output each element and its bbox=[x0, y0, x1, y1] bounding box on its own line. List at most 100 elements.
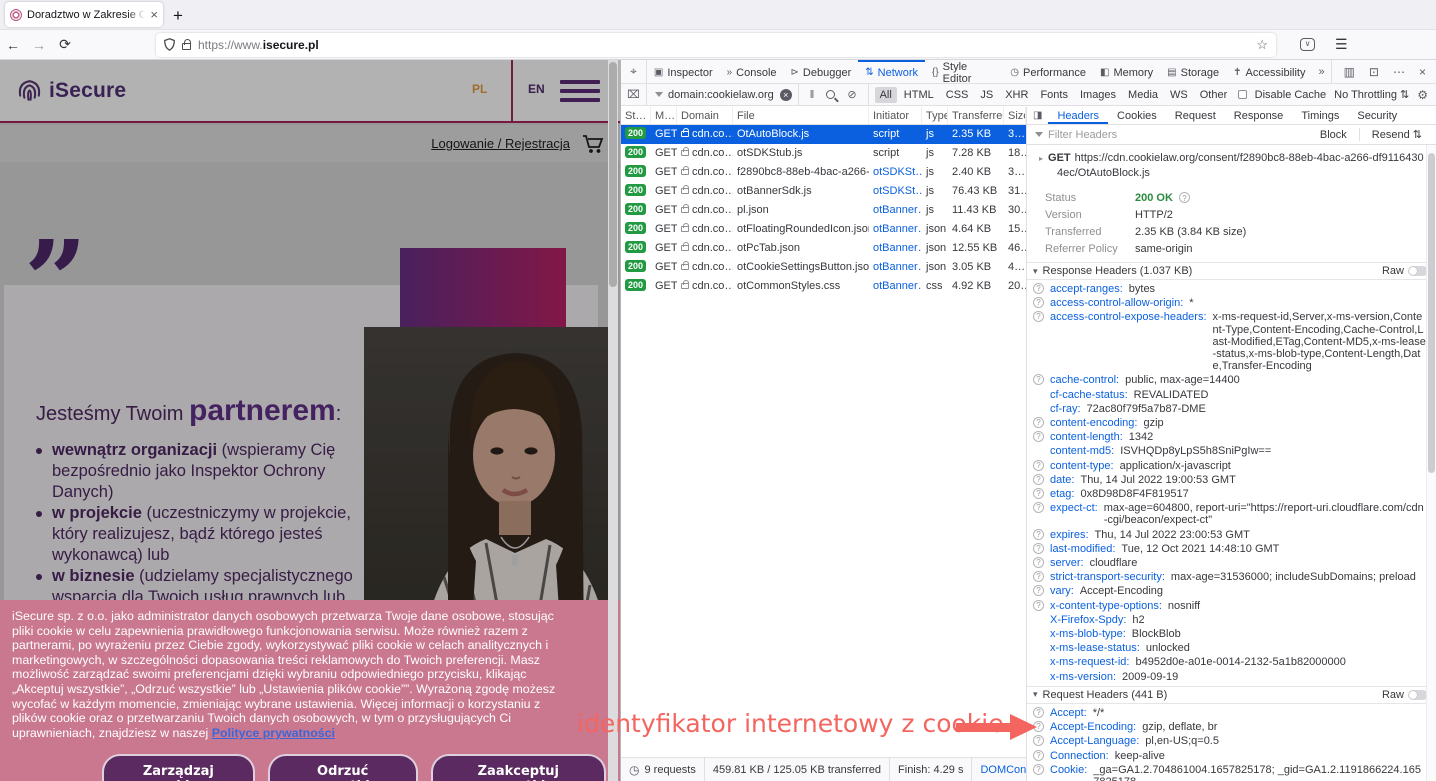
response-header-row[interactable]: ?x-ms-version:2009-09-19 bbox=[1027, 670, 1436, 684]
request-header-row[interactable]: ?Cookie:_ga=GA1.2.704861004.1657825178; … bbox=[1027, 763, 1436, 781]
block-requests-icon[interactable]: ⊘ bbox=[847, 88, 856, 101]
url-bar[interactable]: https://www.isecure.pl ☆ bbox=[156, 33, 1276, 57]
cookie-button-zaakceptuj-wszystkie[interactable]: Zaakceptuj wszystkie bbox=[431, 754, 606, 781]
network-request-row[interactable]: 200GETcdn.co…otFloatingRoundedIcon.jsono… bbox=[621, 220, 1026, 239]
response-header-row[interactable]: ?x-ms-lease-status:unlocked bbox=[1027, 641, 1436, 655]
type-filter-js[interactable]: JS bbox=[975, 87, 998, 103]
devtools-tab-network[interactable]: ⇅Network bbox=[858, 60, 925, 83]
headers-scroll-area[interactable]: ▸GEThttps://cdn.cookielaw.org/consent/f2… bbox=[1027, 145, 1436, 781]
request-headers-section[interactable]: ▾ Request Headers (441 B) Raw bbox=[1027, 686, 1436, 704]
help-icon[interactable]: ? bbox=[1033, 585, 1044, 596]
devtools-tab-accessibility[interactable]: ✝Accessibility bbox=[1226, 60, 1312, 83]
help-icon[interactable]: ? bbox=[1033, 474, 1044, 485]
clear-filter-icon[interactable]: × bbox=[780, 89, 792, 101]
column-header[interactable]: Domain bbox=[677, 107, 733, 124]
response-header-row[interactable]: ?access-control-expose-headers:x-ms-requ… bbox=[1027, 310, 1436, 373]
separate-window-icon[interactable]: ⊡ bbox=[1369, 65, 1379, 79]
type-filter-ws[interactable]: WS bbox=[1165, 87, 1193, 103]
help-icon[interactable]: ? bbox=[1033, 529, 1044, 540]
response-header-row[interactable]: ?cf-cache-status:REVALIDATED bbox=[1027, 388, 1436, 402]
response-header-row[interactable]: ?x-ms-blob-type:BlockBlob bbox=[1027, 627, 1436, 641]
bookmark-star-icon[interactable]: ☆ bbox=[1256, 37, 1268, 53]
back-button[interactable]: ← bbox=[0, 37, 26, 53]
disable-cache-label[interactable]: Disable Cache bbox=[1255, 89, 1327, 101]
https-lock-icon[interactable] bbox=[182, 43, 191, 50]
browser-tab[interactable]: Doradztwo w Zakresie Ochrony Dany × bbox=[5, 2, 163, 27]
response-headers-section[interactable]: ▾ Response Headers (1.037 KB) Raw bbox=[1027, 262, 1436, 280]
response-header-row[interactable]: ?expect-ct:max-age=604800, report-uri="h… bbox=[1027, 501, 1436, 527]
response-header-row[interactable]: ?content-encoding:gzip bbox=[1027, 416, 1436, 430]
type-filter-html[interactable]: HTML bbox=[899, 87, 939, 103]
devtools-tab-debugger[interactable]: ⊳Debugger bbox=[784, 60, 859, 83]
lang-en-button[interactable]: EN bbox=[528, 82, 545, 96]
lang-pl-button[interactable]: PL bbox=[472, 82, 487, 96]
responsive-design-icon[interactable]: ▥ bbox=[1344, 65, 1355, 79]
help-icon[interactable]: ? bbox=[1033, 502, 1044, 513]
help-icon[interactable]: ? bbox=[1033, 543, 1044, 554]
pause-traffic-icon[interactable]: ‖ bbox=[810, 89, 815, 101]
page-scrollbar-thumb[interactable] bbox=[609, 62, 617, 287]
column-header[interactable]: M… bbox=[651, 107, 677, 124]
network-request-row[interactable]: 200GETcdn.co…otBannerSdk.jsotSDKSt…js76.… bbox=[621, 182, 1026, 201]
network-request-row[interactable]: 200GETcdn.co…otSDKStub.jsscriptjs7.28 KB… bbox=[621, 144, 1026, 163]
type-filter-all[interactable]: All bbox=[875, 87, 897, 103]
help-icon[interactable]: ? bbox=[1179, 192, 1190, 203]
initiator-cell[interactable]: otBanner… bbox=[869, 239, 922, 258]
response-header-row[interactable]: ?vary:Accept-Encoding bbox=[1027, 584, 1436, 598]
cart-icon[interactable] bbox=[582, 134, 604, 154]
block-url-button[interactable]: Block bbox=[1320, 129, 1347, 141]
help-icon[interactable]: ? bbox=[1033, 488, 1044, 499]
type-filter-other[interactable]: Other bbox=[1195, 87, 1233, 103]
request-header-row[interactable]: ?Accept-Language:pl,en-US;q=0.5 bbox=[1027, 734, 1436, 748]
new-tab-button[interactable]: + bbox=[173, 6, 183, 26]
type-filter-media[interactable]: Media bbox=[1123, 87, 1163, 103]
resend-button[interactable]: Resend ⇅ bbox=[1372, 128, 1422, 141]
pick-element-icon[interactable]: ⌖ bbox=[621, 60, 647, 83]
details-tab-headers[interactable]: Headers bbox=[1048, 107, 1108, 124]
help-icon[interactable]: ? bbox=[1033, 311, 1044, 322]
response-header-row[interactable]: ?x-ms-request-id:b4952d0e-a01e-0014-2132… bbox=[1027, 655, 1436, 669]
disable-cache-checkbox[interactable] bbox=[1238, 90, 1247, 99]
help-icon[interactable]: ? bbox=[1033, 750, 1044, 761]
initiator-cell[interactable]: otSDKSt… bbox=[869, 182, 922, 201]
devtools-tab-memory[interactable]: ◧Memory bbox=[1093, 60, 1160, 83]
help-icon[interactable]: ? bbox=[1033, 283, 1044, 294]
help-icon[interactable]: ? bbox=[1033, 417, 1044, 428]
throttling-select[interactable]: No Throttling ⇅ bbox=[1334, 88, 1409, 101]
column-header[interactable]: Type bbox=[922, 107, 948, 124]
type-filter-images[interactable]: Images bbox=[1075, 87, 1121, 103]
filter-headers-input[interactable]: Filter Headers bbox=[1048, 129, 1117, 141]
help-icon[interactable]: ? bbox=[1033, 374, 1044, 385]
details-scrollbar[interactable] bbox=[1426, 145, 1436, 781]
network-request-row[interactable]: 200GETcdn.co…pl.jsonotBanner…js11.43 KB3… bbox=[621, 201, 1026, 220]
initiator-cell[interactable]: otBanner… bbox=[869, 277, 922, 296]
devtools-options-icon[interactable]: ⋯ bbox=[1393, 65, 1405, 79]
collapse-panel-icon[interactable]: ◨ bbox=[1027, 110, 1048, 121]
details-tab-cookies[interactable]: Cookies bbox=[1108, 107, 1166, 124]
clear-requests-icon[interactable]: ⌧ bbox=[621, 84, 647, 105]
response-header-row[interactable]: ?date:Thu, 14 Jul 2022 19:00:53 GMT bbox=[1027, 473, 1436, 487]
tab-close-icon[interactable]: × bbox=[150, 7, 158, 22]
response-header-row[interactable]: ?cf-ray:72ac80f79f5a7b87-DME bbox=[1027, 402, 1436, 416]
help-icon[interactable]: ? bbox=[1033, 557, 1044, 568]
login-register-link[interactable]: Logowanie / Rejestracja bbox=[431, 136, 570, 151]
network-settings-gear-icon[interactable]: ⚙ bbox=[1417, 88, 1428, 102]
response-header-row[interactable]: ?x-content-type-options:nosniff bbox=[1027, 599, 1436, 613]
search-icon[interactable] bbox=[826, 90, 835, 99]
column-header[interactable]: St… bbox=[621, 107, 651, 124]
request-header-row[interactable]: ?Accept-Encoding:gzip, deflate, br bbox=[1027, 720, 1436, 734]
network-request-row[interactable]: 200GETcdn.co…f2890bc8-88eb-4bac-a266-df9… bbox=[621, 163, 1026, 182]
response-header-row[interactable]: ?content-md5:ISVHQDp8yLpS5h8SniPgIw== bbox=[1027, 444, 1436, 458]
network-request-row[interactable]: 200GETcdn.co…otPcTab.jsonotBanner…json12… bbox=[621, 239, 1026, 258]
response-header-row[interactable]: ?last-modified:Tue, 12 Oct 2021 14:48:10… bbox=[1027, 542, 1436, 556]
page-scrollbar[interactable] bbox=[608, 60, 618, 781]
help-icon[interactable]: ? bbox=[1033, 460, 1044, 471]
tracking-shield-icon[interactable] bbox=[164, 38, 175, 51]
help-icon[interactable]: ? bbox=[1033, 297, 1044, 308]
devtools-tab-inspector[interactable]: ▣Inspector bbox=[647, 60, 720, 83]
details-tab-timings[interactable]: Timings bbox=[1292, 107, 1348, 124]
request-header-row[interactable]: ?Connection:keep-alive bbox=[1027, 749, 1436, 763]
network-request-row[interactable]: 200GETcdn.co…otCommonStyles.cssotBanner…… bbox=[621, 277, 1026, 296]
response-header-row[interactable]: ?X-Firefox-Spdy:h2 bbox=[1027, 613, 1436, 627]
response-header-row[interactable]: ?access-control-allow-origin:* bbox=[1027, 296, 1436, 310]
